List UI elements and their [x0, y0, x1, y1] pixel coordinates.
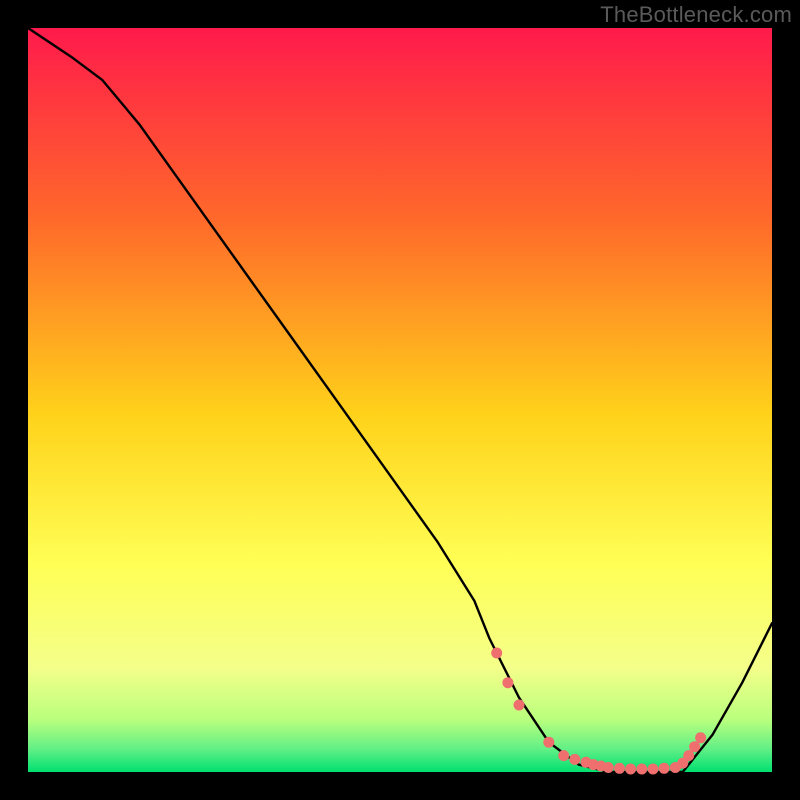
marker-dot [695, 732, 706, 743]
chart-svg [0, 0, 800, 800]
marker-dot [659, 763, 670, 774]
marker-dot [648, 764, 659, 775]
marker-dot [636, 764, 647, 775]
marker-dot [514, 700, 525, 711]
marker-dot [491, 648, 502, 659]
marker-dot [558, 750, 569, 761]
plot-background [28, 28, 772, 772]
marker-dot [603, 762, 614, 773]
chart-stage: TheBottleneck.com [0, 0, 800, 800]
marker-dot [625, 764, 636, 775]
watermark-text: TheBottleneck.com [600, 2, 792, 28]
marker-dot [569, 754, 580, 765]
marker-dot [614, 763, 625, 774]
marker-dot [543, 737, 554, 748]
marker-dot [502, 677, 513, 688]
